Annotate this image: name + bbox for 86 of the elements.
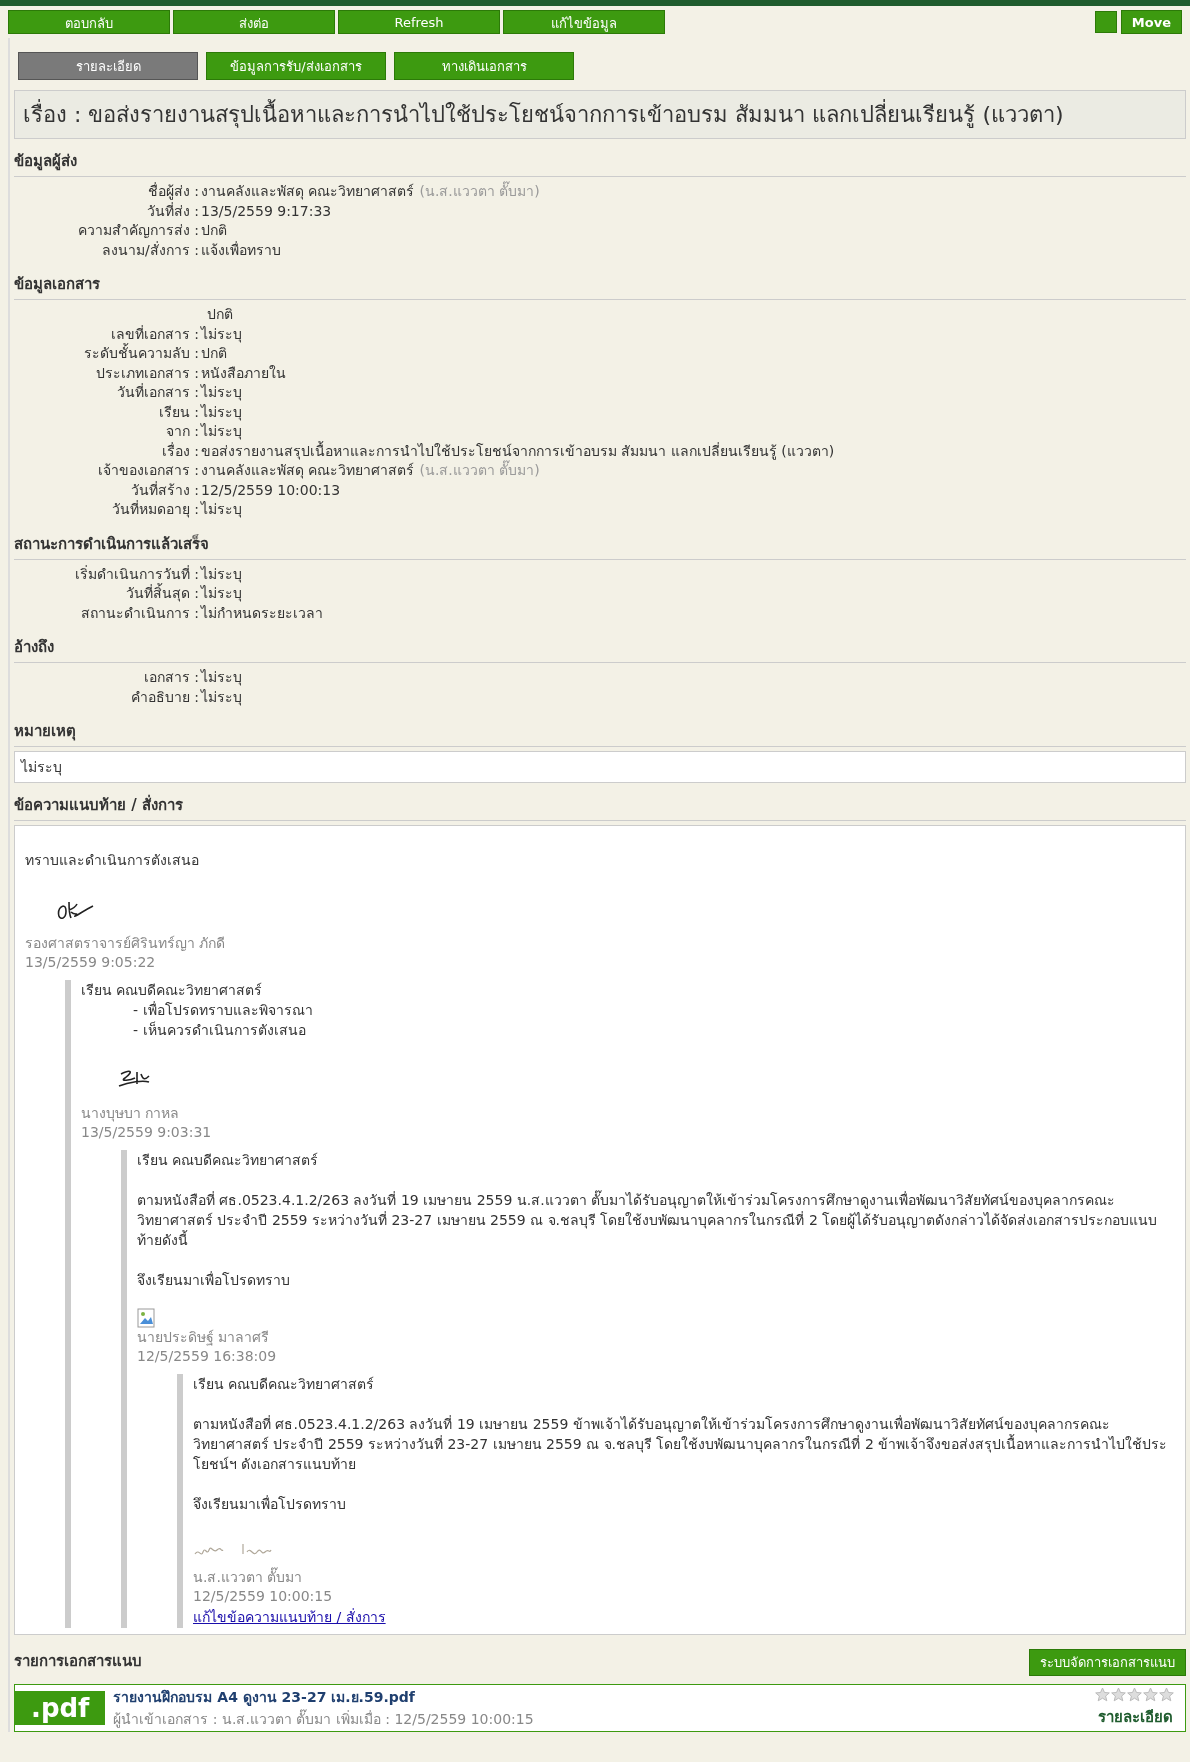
manage-attachments-button[interactable]: ระบบจัดการเอกสารแนบ bbox=[1029, 1649, 1186, 1676]
section-heading: ข้อความแนบท้าย / สั่งการ bbox=[14, 793, 1186, 821]
comment-text: เรียน คณบดีคณะวิทยาศาสตร์ bbox=[193, 1375, 376, 1394]
field-label: วันที่หมดอายุ : bbox=[110, 500, 199, 520]
section-heading: หมายเหตุ bbox=[14, 719, 1186, 747]
comment-text: จึงเรียนมาเพื่อโปรดทราบ bbox=[193, 1494, 347, 1514]
field-value: งานคลังและพัสดุ คณะวิทยาศาสตร์ bbox=[200, 461, 415, 481]
comment-date: 13/5/2559 9:03:31 bbox=[81, 1123, 213, 1142]
file-meta: ผู้นำเข้าเอกสาร : น.ส.แววตา ตั๊บมา เพิ่มเมื่อ : 12/5/2559 10:00:15 bbox=[113, 1708, 534, 1730]
field-label: เรียน : bbox=[157, 402, 199, 422]
field-label: ความสำคัญการส่ง : bbox=[76, 221, 199, 240]
move-button[interactable]: Move bbox=[1120, 10, 1182, 34]
remark-text: ไม่ระบุ bbox=[14, 751, 1186, 783]
field-value: ไม่ระบุ bbox=[199, 324, 242, 344]
section-heading: รายการเอกสารแนบ bbox=[14, 1651, 142, 1672]
field-label: เลขที่เอกสาร : bbox=[109, 324, 199, 343]
field-value: ขอส่งรายงานสรุปเนื้อหาและการนำไปใช้ประโยชน์จากการเข้าอบรม สัมมนา แลกเปลี่ยนเรียนรู้ (แววตา) bbox=[199, 441, 835, 461]
dropdown-button[interactable] bbox=[1094, 11, 1117, 33]
comment-text: เรียน คณบดีคณะวิทยาศาสตร์ bbox=[137, 1151, 320, 1170]
section-heading: สถานะการดำเนินการแล้วเสร็จ bbox=[14, 531, 1186, 560]
comment-author: รองศาสตราจารย์ศิรินทร์ญา ภักดี bbox=[25, 934, 227, 953]
comment-list-item: - เพื่อโปรดทราบและพิจารณา bbox=[132, 1000, 314, 1020]
comment-list-item: - เห็นควรดำเนินการตังเสนอ bbox=[132, 1020, 307, 1040]
comment-text: เรียน คณบดีคณะวิทยาศาสตร์ bbox=[81, 981, 264, 1000]
comment-date: 12/5/2559 10:00:15 bbox=[193, 1587, 334, 1606]
field-value: แจ้งเพื่อทราบ bbox=[200, 240, 281, 260]
field-value: 13/5/2559 9:17:33 bbox=[200, 201, 332, 221]
document-title: เรื่อง : ขอส่งรายงานสรุปเนื้อหาและการนำไปใช้ประโยชน์จากการเข้าอบรม สัมมนา แลกเปลี่ยนเรียนรู้ (แววตา) bbox=[14, 90, 1186, 139]
field-label: ลงนาม/สั่งการ : bbox=[101, 240, 199, 260]
tab[interactable]: ข้อมูลการรับ/ส่งเอกสาร bbox=[206, 52, 386, 80]
field-value: 12/5/2559 10:00:13 bbox=[200, 480, 341, 500]
field-label: วันที่สิ้นสุด : bbox=[124, 584, 199, 604]
signature-drawing bbox=[118, 1070, 150, 1087]
signature-drawing bbox=[57, 901, 94, 919]
edit-comment-link[interactable]: แก้ไขข้อความแนบท้าย / สั่งการ bbox=[193, 1609, 386, 1625]
section-heading: ข้อมูลเอกสาร bbox=[14, 272, 1186, 300]
field-value: ไม่ระบุ bbox=[199, 383, 242, 403]
broken-image-icon bbox=[137, 1308, 155, 1328]
toolbar-button[interactable]: ส่งต่อ bbox=[173, 10, 335, 34]
field-value: ไม่กำหนดระยะเวลา bbox=[199, 603, 323, 623]
field-value: ไม่ระบุ bbox=[199, 687, 242, 707]
field-note: (น.ส.แววตา ตั๊บมา) bbox=[419, 182, 540, 201]
field-label: วันที่เอกสาร : bbox=[115, 383, 199, 402]
field-value: ไม่ระบุ bbox=[199, 584, 242, 604]
field-value: หนังสือภายใน bbox=[200, 363, 286, 383]
comment-text: ตามหนังสือที่ ศธ.0523.4.1.2/263 ลงวันที่ 19 เมษายน 2559 ข้าพเจ้าได้รับอนุญาตให้เข้าร่วมโครงการศึกษาดูงานเพื่อพัฒนาวิสัยทัศน์ของบุคลากรคณะวิทยาศาสตร์ ประจำปี 2559 ระหว่างวันที่ 23-27 เมษายน 2559 ณ จ.ชลบุรี โดยใช้งบพัฒนาบุคลากรในกรณีที่ 2 ข้าพเจ้าจึงขอส่งสรุปเนื้อหาและการนำไปใช้ประโยชน์ฯ ดังเอกสารแนบท้าย bbox=[193, 1414, 1169, 1474]
file-type-label: .pdf bbox=[15, 1691, 106, 1725]
field-value: ปกติ bbox=[206, 305, 233, 324]
tab[interactable]: รายละเอียด bbox=[18, 52, 198, 80]
field-label: เรื่อง : bbox=[160, 441, 199, 461]
detail-link[interactable]: รายละเอียด bbox=[1097, 1708, 1173, 1726]
comment-text: จึงเรียนมาเพื่อโปรดทราบ bbox=[137, 1270, 291, 1290]
comment-date: 12/5/2559 16:38:09 bbox=[137, 1347, 278, 1366]
field-label: ระดับชั้นความลับ : bbox=[82, 344, 199, 363]
field-label: สถานะดำเนินการ : bbox=[79, 603, 199, 623]
field-label: จาก : bbox=[164, 422, 199, 441]
field-label: เริ่มดำเนินการวันที่ : bbox=[73, 564, 199, 583]
field-value: ไม่ระบุ bbox=[199, 500, 242, 520]
field-label: เจ้าของเอกสาร : bbox=[96, 461, 199, 480]
field-value: ไม่ระบุ bbox=[199, 668, 242, 688]
section-heading: ข้อมูลผู้ส่ง bbox=[14, 149, 1186, 177]
toolbar-button[interactable]: แก้ไขข้อมูล bbox=[503, 10, 665, 34]
field-value: ไม่ระบุ bbox=[199, 422, 242, 440]
toolbar-button[interactable]: ตอบกลับ bbox=[8, 10, 170, 34]
comment-author: นางบุษบา กาหล bbox=[81, 1104, 181, 1123]
field-note: (น.ส.แววตา ตั๊บมา) bbox=[419, 461, 540, 480]
comment-date: 13/5/2559 9:05:22 bbox=[25, 953, 157, 972]
field-label: วันที่สร้าง : bbox=[129, 480, 199, 500]
field-value: ไม่ระบุ bbox=[199, 402, 242, 422]
field-value: ปกติ bbox=[200, 344, 227, 363]
field-value: งานคลังและพัสดุ คณะวิทยาศาสตร์ bbox=[200, 182, 415, 202]
field-value: ปกติ bbox=[200, 221, 227, 240]
tab[interactable]: ทางเดินเอกสาร bbox=[394, 52, 574, 80]
comment-author: น.ส.แววตา ตั๊บมา bbox=[193, 1568, 304, 1587]
field-label: ประเภทเอกสาร : bbox=[94, 363, 199, 383]
comment-text: ตามหนังสือที่ ศธ.0523.4.1.2/263 ลงวันที่ 19 เมษายน 2559 น.ส.แววตา ตั๊บมาได้รับอนุญาตให้เข้าร่วมโครงการศึกษาดูงานเพื่อพัฒนาวิสัยทัศน์ของบุคลากรคณะวิทยาศาสตร์ ประจำปี 2559 ระหว่างวันที่ 23-27 เมษายน 2559 ณ จ.ชลบุรี โดยใช้งบพัฒนาบุคลากรในกรณีที่ 2 โดยผู้ได้รับอนุญาตดังกล่าวได้จัดส่งเอกสารประกอบแนบท้ายดังนี้ bbox=[137, 1190, 1159, 1250]
comment-author: นายประดิษฐ์ มาลาศรี bbox=[137, 1328, 271, 1347]
file-name: รายงานฝึกอบรม A4 ดูงาน 23-27 เม.ย.59.pdf bbox=[113, 1688, 416, 1708]
toolbar-button[interactable]: Refresh bbox=[338, 10, 500, 34]
field-label: คำอธิบาย : bbox=[129, 687, 199, 707]
section-heading: อ้างถึง bbox=[14, 635, 1186, 663]
field-label: วันที่ส่ง : bbox=[145, 201, 199, 221]
field-value: ไม่ระบุ bbox=[199, 564, 242, 584]
field-label: เอกสาร : bbox=[142, 668, 199, 687]
field-label: ชื่อผู้ส่ง : bbox=[146, 182, 199, 202]
comment-text: ทราบและดำเนินการตังเสนอ bbox=[25, 851, 200, 870]
